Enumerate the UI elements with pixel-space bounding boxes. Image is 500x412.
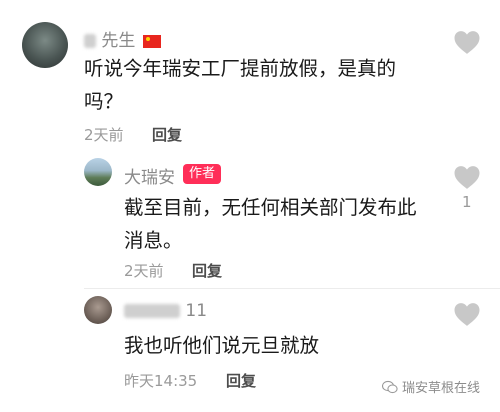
avatar[interactable]: [84, 296, 112, 324]
comment-username[interactable]: 先生: [84, 26, 161, 51]
heart-icon[interactable]: [453, 30, 481, 55]
heart-icon[interactable]: [453, 165, 481, 190]
blurred-name: [124, 304, 180, 318]
like-count: 1: [462, 193, 472, 211]
reply-button[interactable]: 回复: [226, 370, 256, 391]
comment-time: 2天前: [124, 262, 164, 280]
comment-time: 2天前: [84, 126, 124, 144]
comment-time: 昨天14:35: [124, 372, 198, 390]
comment-text: 我也听他们说元旦就放: [124, 334, 320, 357]
wechat-icon: [381, 380, 398, 393]
author-badge: 作者: [183, 164, 222, 184]
flag-icon: [142, 34, 161, 48]
avatar[interactable]: [22, 22, 68, 68]
blurred-name: [84, 34, 96, 48]
reply-button[interactable]: 回复: [192, 260, 222, 281]
divider: [84, 288, 500, 289]
reply-button[interactable]: 回复: [152, 124, 182, 145]
heart-icon[interactable]: [453, 302, 481, 327]
comment-username[interactable]: 大瑞安: [124, 163, 175, 188]
avatar[interactable]: [84, 158, 112, 186]
watermark: 瑞安草根在线: [381, 377, 480, 396]
comment-text: 听说今年瑞安工厂提前放假，是真的 吗？: [84, 57, 397, 113]
comment-username[interactable]: 11: [124, 301, 207, 321]
comment-text: 截至目前，无任何相关部门发布此 消息。: [124, 196, 417, 252]
